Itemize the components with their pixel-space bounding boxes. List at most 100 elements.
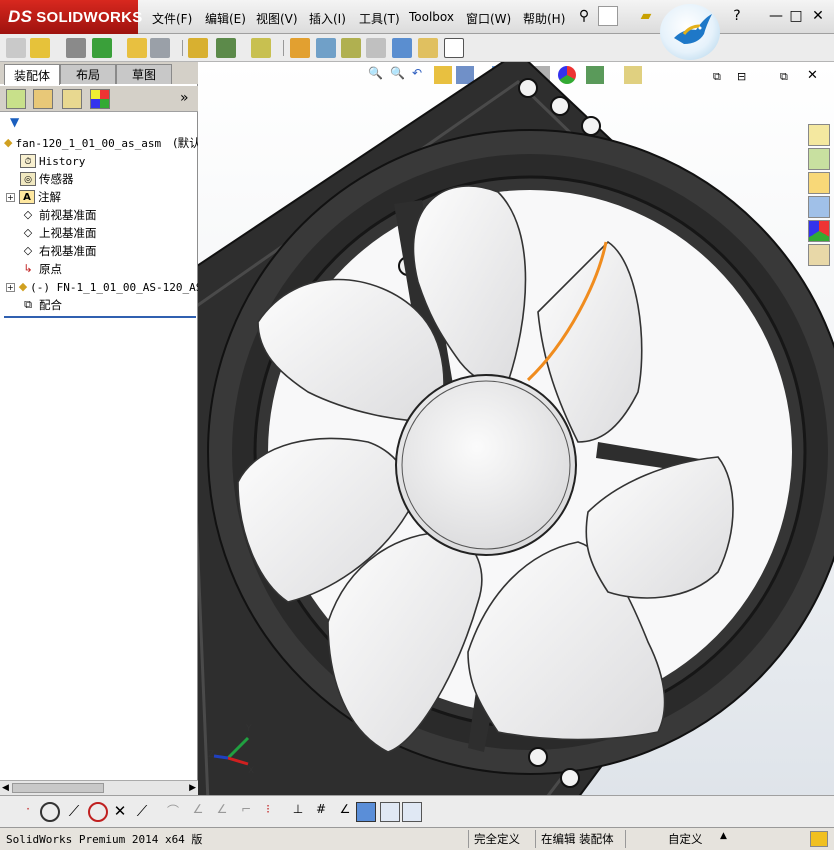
shaded-view-icon[interactable] [356, 802, 376, 822]
explode-line-sketch-icon[interactable] [366, 38, 386, 58]
menu-window[interactable]: 窗口(W) [466, 10, 511, 27]
scrollbar-thumb[interactable] [12, 783, 104, 793]
triad-z-label: Z [208, 750, 215, 760]
tree-item-component[interactable]: + ◆ (-) FN-1_1_01_00_AS-120_AS [0, 278, 198, 296]
custom-properties-icon[interactable] [808, 244, 830, 266]
clearance-verification-icon[interactable] [418, 38, 438, 58]
move-component-icon[interactable] [150, 38, 170, 58]
help-button[interactable]: ? [727, 6, 747, 26]
design-library-icon[interactable] [808, 148, 830, 170]
menu-toolbox[interactable]: Toolbox [409, 10, 454, 24]
fan-model[interactable] [198, 62, 834, 795]
plane-icon: ◇ [23, 208, 33, 221]
tree-item-right-plane[interactable]: ◇ 右视基准面 [0, 242, 198, 260]
scroll-right-icon[interactable]: ▶ [189, 783, 196, 793]
status-bar: SolidWorks Premium 2014 x64 版 完全定义 在编辑 装… [0, 827, 834, 850]
tab-assembly[interactable]: 装配体 [4, 64, 60, 85]
restore-button[interactable]: □ [786, 6, 806, 26]
graphics-area[interactable]: 🔍 🔍 ↶ ⧉ ⊟ ⧉ ✕ Y X Z [198, 62, 834, 795]
tree-item-mates[interactable]: ⧉ 配合 [0, 296, 198, 314]
tree-item-sensors[interactable]: ◎ 传感器 [0, 170, 198, 188]
solidworks-resources-icon[interactable] [808, 124, 830, 146]
task-pane-tabs [808, 124, 830, 268]
reference-geometry-icon[interactable] [251, 38, 271, 58]
sensor-icon: ◎ [20, 172, 36, 186]
point-icon[interactable]: · [18, 802, 38, 822]
feature-tree-icon[interactable] [6, 89, 26, 109]
history-icon: ⏱ [20, 154, 36, 168]
show-hidden-icon[interactable] [188, 38, 208, 58]
insert-component-icon[interactable] [30, 38, 50, 58]
circle-center-icon[interactable] [40, 802, 60, 822]
assembly-features-icon[interactable] [216, 38, 236, 58]
instant3d-icon[interactable] [444, 38, 464, 58]
chamfer-icon[interactable]: ∠ [188, 802, 208, 822]
view-palette-icon[interactable] [808, 196, 830, 218]
menu-file[interactable]: 文件(F) [152, 10, 192, 27]
minimize-button[interactable]: — [766, 6, 786, 26]
tree-item-top-plane[interactable]: ◇ 上视基准面 [0, 224, 198, 242]
rollback-bar[interactable] [4, 316, 196, 318]
smart-dimension-icon[interactable]: ⊥ [288, 802, 308, 822]
horizontal-scrollbar[interactable]: ◀ ▶ [0, 780, 198, 795]
menu-view[interactable]: 视图(V) [256, 10, 298, 27]
tree-item-history[interactable]: ⏱ History [0, 152, 198, 170]
status-divider [625, 830, 626, 848]
open-folder-icon[interactable]: ▰ [636, 6, 656, 26]
offset-icon[interactable]: ⟋ [132, 802, 152, 822]
tree-item-origin[interactable]: ↳ 原点 [0, 260, 198, 278]
new-motion-study-icon[interactable] [290, 38, 310, 58]
units-dropdown-icon[interactable]: ▲ [720, 831, 727, 841]
bill-of-materials-icon[interactable] [316, 38, 336, 58]
mates-icon: ⧉ [24, 298, 32, 311]
convert-entities-icon[interactable]: ⌐ [236, 802, 256, 822]
tab-layout[interactable]: 布局 [60, 64, 116, 84]
close-button[interactable]: ✕ [808, 6, 828, 26]
toolbar-separator [283, 40, 284, 56]
display-manager-icon[interactable] [90, 89, 110, 109]
grid-icon[interactable]: # [311, 802, 331, 822]
tree-item-front-plane[interactable]: ◇ 前视基准面 [0, 206, 198, 224]
expand-toggle[interactable]: + [6, 192, 15, 202]
exploded-view-icon[interactable] [341, 38, 361, 58]
menu-edit[interactable]: 编辑(E) [205, 10, 246, 27]
smart-fasteners-icon[interactable] [127, 38, 147, 58]
trim-icon[interactable]: ✕ [110, 802, 130, 822]
tree-item-annotations[interactable]: + A 注解 [0, 188, 198, 206]
menu-help[interactable]: 帮助(H) [523, 10, 565, 27]
expand-panel-button[interactable]: » [180, 90, 189, 106]
configuration-manager-icon[interactable] [62, 89, 82, 109]
filter-icon[interactable]: ▼ [10, 115, 19, 129]
fan-hub[interactable] [395, 374, 577, 556]
coordinate-triad: Y X Z [208, 724, 262, 778]
appearances-icon[interactable] [808, 220, 830, 242]
angle-icon[interactable]: ∠ [335, 802, 355, 822]
rebuild-icon[interactable] [810, 831, 828, 847]
sketch-pattern-icon[interactable]: ⁝ [258, 802, 278, 822]
tangent-arc-icon[interactable] [88, 802, 108, 822]
expand-toggle[interactable]: + [6, 282, 15, 292]
menu-insert[interactable]: 插入(I) [309, 10, 346, 27]
tab-sketch[interactable]: 草图 [116, 64, 172, 84]
file-explorer-icon[interactable] [808, 172, 830, 194]
status-product: SolidWorks Premium 2014 x64 版 [6, 833, 203, 846]
mirror-icon[interactable]: ∠ [212, 802, 232, 822]
solidworks-logo: DS SOLIDWORKS [0, 0, 142, 34]
mate-icon[interactable] [66, 38, 86, 58]
menu-tools[interactable]: 工具(T) [359, 10, 400, 27]
property-manager-icon[interactable] [33, 89, 53, 109]
scroll-left-icon[interactable]: ◀ [2, 783, 9, 793]
fillet-icon[interactable]: ⌒ [163, 802, 183, 822]
display-pane-icon[interactable] [402, 802, 422, 822]
tree-root-assembly[interactable]: ◆ fan-120_1_01_00_as_asm (默认 [0, 134, 198, 152]
pin-icon[interactable]: ⚲ [574, 6, 594, 26]
new-document-icon[interactable] [598, 6, 618, 26]
units-selector[interactable]: 自定义 [668, 831, 703, 847]
linear-pattern-icon[interactable] [92, 38, 112, 58]
section-plane-icon[interactable] [380, 802, 400, 822]
new-part-icon[interactable] [6, 38, 26, 58]
menu-bar: DS SOLIDWORKS 文件(F) 编辑(E) 视图(V) 插入(I) 工具… [0, 0, 834, 60]
interference-detection-icon[interactable] [392, 38, 412, 58]
line-icon[interactable]: ⟋ [64, 802, 84, 822]
tree-filter[interactable]: ▼ [0, 114, 198, 132]
